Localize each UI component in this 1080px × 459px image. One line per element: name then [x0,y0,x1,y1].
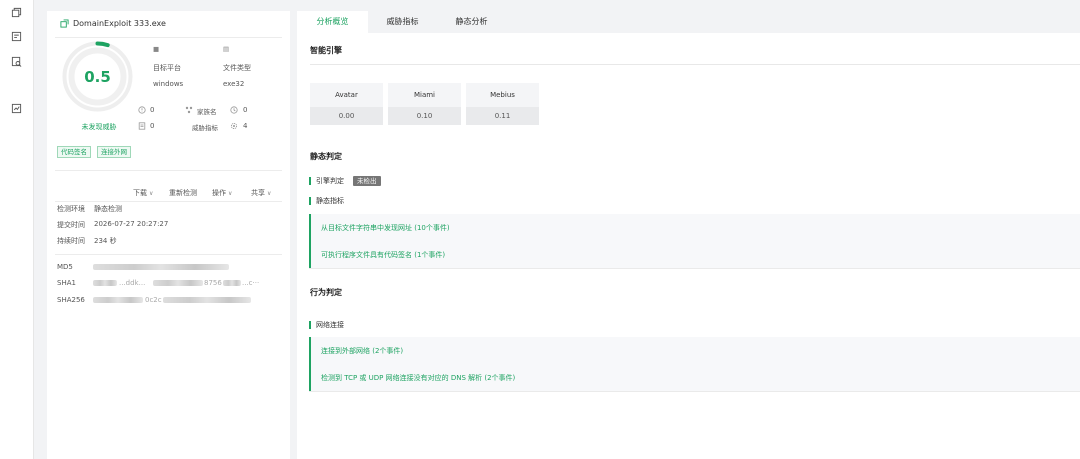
event-text: 从目标文件字符串中发现网址 (10个事件) [321,224,450,232]
sha256-value-redacted [93,297,143,303]
sha1-value-redacted [223,280,241,286]
md5-label: MD5 [57,263,73,271]
sha256-value-redacted [163,297,251,303]
static-indicator-label: 静态指标 [309,197,344,205]
behavior-event-row[interactable]: 连接到外部网络 (2个事件) [309,337,1080,364]
clock-icon [230,106,238,114]
engine-score: 0.10 [388,107,461,125]
divider [309,391,1080,392]
chevron-down-icon: ∨ [149,189,154,197]
engine-name: Miami [413,91,436,99]
network-label: 网络连接 [309,321,344,329]
stat-doc-value: 0 [150,122,155,130]
operate-label: 操作 [212,189,226,197]
static-event-row[interactable]: 可执行程序文件具有代码签名 (1个事件) [309,241,1080,268]
stat-family-label: 家族名 [197,108,217,116]
sha1-label: SHA1 [57,279,76,287]
engine-verdict-badge: 未检出 [353,176,381,186]
submit-value: 2026-07-27 20:27:27 [94,220,169,228]
sha1-value-redacted [153,280,203,286]
search-doc-icon[interactable] [11,56,22,67]
tag-code-sign[interactable]: 代码签名 [57,146,91,158]
engine-name: Mebius [490,91,515,99]
engine-name: Avatar [335,91,358,99]
engine-verdict-label: 引擎判定 [309,177,344,185]
doc-icon [138,122,146,130]
env-label: 检测环境 [57,205,85,213]
stat-warning-value: 0 [150,106,155,114]
behavior-event-row[interactable]: 检测到 TCP 或 UDP 网络连接没有对应的 DNS 解析 (2个事件) [309,364,1080,391]
file-title: DomainExploit 333.exe [60,19,166,28]
stat-clock-value: 0 [243,106,248,114]
stat-threat-label: 威胁指标 [192,124,218,132]
gear-icon [230,122,238,130]
operate-button[interactable]: 操作 ∨ [212,188,232,198]
divider [310,64,1080,65]
side-rail [0,0,34,459]
platform-icon: ■ [153,45,160,53]
chart-icon[interactable] [11,103,22,114]
tab-threat-indicators[interactable]: 威胁指标 [368,11,437,33]
verdict-text: 未发现威胁 [81,123,117,131]
tab-overview[interactable]: 分析概览 [297,11,368,33]
file-name: DomainExploit 333.exe [73,19,166,28]
engine-card-miami: Miami 0.10 [388,83,461,125]
event-text: 连接到外部网络 (2个事件) [321,347,404,355]
external-link-icon[interactable] [60,19,69,28]
share-button[interactable]: 共享 ∨ [251,188,271,198]
file-summary-card: DomainExploit 333.exe 0.5 未发现威胁 ■ 目标平台 w… [47,11,290,459]
sha256-label: SHA256 [57,296,85,304]
env-value: 静态检测 [94,205,122,213]
analysis-panel: 分析概览 威胁指标 静态分析 智能引擎 Avatar 0.00 Miami 0.… [297,11,1080,459]
md5-value-redacted [93,264,229,270]
submit-label: 提交时间 [57,221,85,229]
divider [309,268,1080,269]
download-button[interactable]: 下载 ∨ [133,188,153,198]
cluster-icon [185,106,193,114]
engine-card-mebius: Mebius 0.11 [466,83,539,125]
copy-icon[interactable] [11,7,22,18]
filetype-value: exe32 [223,80,245,88]
tag-network[interactable]: 连接外网 [97,146,131,158]
engine-section-title: 智能引擎 [310,46,342,55]
stat-gear-value: 4 [243,122,248,130]
divider [55,170,282,171]
static-event-row[interactable]: 从目标文件字符串中发现网址 (10个事件) [309,214,1080,241]
duration-label: 持续时间 [57,237,85,245]
chevron-down-icon: ∨ [267,189,272,197]
sha1-value-redacted [93,280,117,286]
chevron-down-icon: ∨ [228,189,233,197]
engine-card-avatar: Avatar 0.00 [310,83,383,125]
engine-score: 0.00 [310,107,383,125]
platform-value: windows [153,80,184,88]
tab-bar: 分析概览 威胁指标 静态分析 [297,11,1080,33]
behavior-section-title: 行为判定 [310,288,342,297]
warning-icon [138,106,146,114]
engine-score: 0.11 [466,107,539,125]
tab-static-analysis[interactable]: 静态分析 [437,11,506,33]
event-text: 可执行程序文件具有代码签名 (1个事件) [321,251,446,259]
divider [55,201,282,202]
filetype-label: 文件类型 [223,64,251,72]
divider [55,37,282,38]
download-label: 下载 [133,189,147,197]
recheck-label: 重新检测 [169,189,197,197]
platform-label: 目标平台 [153,64,181,72]
event-text: 检测到 TCP 或 UDP 网络连接没有对应的 DNS 解析 (2个事件) [321,374,516,382]
sha1-partial-b: 8756 [204,279,222,287]
duration-value: 234 秒 [94,237,117,245]
score-value: 0.5 [84,67,111,86]
sha1-partial-c: ...c··· [242,279,260,287]
share-label: 共享 [251,189,265,197]
list-check-icon[interactable] [11,31,22,42]
sha1-partial-a: ...ddk... [119,279,146,287]
filetype-icon: ▤ [223,45,230,53]
divider [55,254,282,255]
static-section-title: 静态判定 [310,152,342,161]
recheck-button[interactable]: 重新检测 [169,188,197,198]
sha256-partial: 0c2c [145,296,162,304]
score-gauge: 0.5 [61,40,134,113]
